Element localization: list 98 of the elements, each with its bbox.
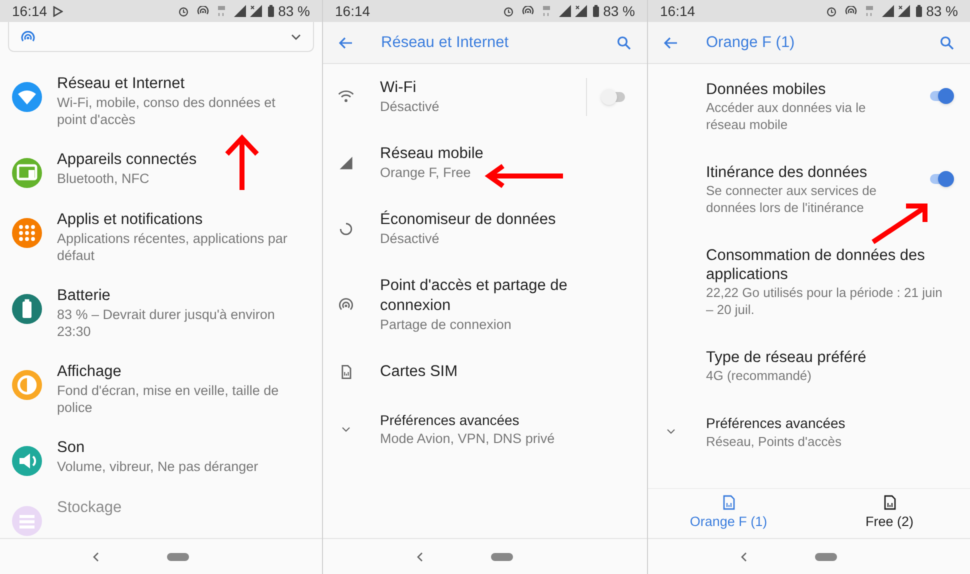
item-title: Batterie [57, 286, 112, 306]
settings-item[interactable]: Économiseur de données Désactivé [323, 210, 647, 248]
settings-item[interactable]: Son Volume, vibreur, Ne pas déranger [0, 438, 322, 476]
settings-item[interactable]: Appareils connectés Bluetooth, NFC [0, 150, 322, 188]
back-arrow-icon[interactable] [339, 36, 353, 48]
item-title: Cartes SIM [380, 362, 458, 382]
data-saver-icon [337, 220, 355, 238]
screen-title: Orange F (1) [706, 32, 796, 53]
signal-icon [559, 5, 572, 17]
signal-icon [882, 5, 894, 17]
battery-percent: 83 % [926, 2, 958, 20]
item-subtitle: Mode Avion, VPN, DNS privé [380, 430, 555, 448]
back-icon[interactable] [741, 552, 747, 562]
sim-card-icon [884, 494, 896, 510]
alarm-icon [178, 6, 190, 16]
item-title: Point d'accès et partage de connexion [380, 276, 568, 316]
item-title: Affichage [57, 362, 122, 382]
item-subtitle: 83 % – Devrait durer jusqu'à environ 23:30 [57, 306, 276, 340]
sim-tab[interactable]: Orange F (1) [648, 489, 809, 538]
signal-icon [234, 5, 246, 17]
item-subtitle: Partage de connexion [380, 316, 512, 334]
settings-item[interactable]: Applis et notifications Applications récentes, applications par défaut [0, 210, 322, 264]
signal-icon [575, 5, 588, 17]
item-title: Itinérance des données [706, 163, 868, 182]
toggle-switch[interactable] [928, 171, 954, 187]
back-icon[interactable] [417, 552, 423, 562]
item-title: Réseau mobile [380, 144, 484, 164]
clock-time: 16:14 [335, 2, 370, 20]
toggle-switch[interactable] [601, 89, 627, 105]
item-title: Wi-Fi [380, 78, 416, 98]
settings-item[interactable]: Batterie 83 % – Devrait durer jusqu'à environ 23:30 [0, 286, 322, 340]
sim-tab[interactable]: Free (2) [809, 489, 970, 538]
item-subtitle: Désactivé [380, 230, 440, 248]
annotation-arrow [222, 132, 262, 192]
item-title: Appareils connectés [57, 150, 197, 170]
item-title: Réseau et Internet [57, 74, 186, 94]
alarm-icon [503, 6, 514, 16]
battery-icon [916, 5, 922, 17]
clock-time: 16:14 [12, 2, 48, 20]
item-subtitle: 4G (recommandé) [706, 367, 812, 384]
sim-card-icon [722, 494, 734, 510]
settings-item[interactable]: Wi-Fi Désactivé [323, 78, 647, 116]
item-subtitle: Accéder aux données via le réseau mobile [706, 99, 867, 133]
item-subtitle: Bluetooth, NFC [57, 170, 150, 187]
hotspot-icon [197, 6, 210, 16]
item-title: Préférences avancées [380, 411, 520, 430]
item-title: Son [57, 438, 86, 458]
settings-item[interactable]: Type de réseau préféré 4G (recommandé) [648, 348, 970, 384]
item-subtitle: Se connecter aux services de données lors de l'itinérance [706, 182, 878, 216]
battery-icon [593, 5, 600, 17]
settings-item[interactable]: Préférences avancées Réseau, Points d'accès [648, 414, 970, 450]
item-subtitle: Applications récentes, applications par défaut [57, 230, 288, 264]
hotspot-icon [21, 30, 35, 42]
item-title: Consommation de données des applications [706, 246, 926, 284]
item-subtitle: Fond d'écran, mise en veille, taille de police [57, 382, 280, 416]
home-button[interactable] [491, 552, 513, 560]
hotspot-icon [845, 6, 858, 16]
search-icon[interactable] [940, 36, 954, 50]
settings-item[interactable]: Point d'accès et partage de connexion Partage de connexion [323, 276, 647, 334]
item-subtitle: Wi-Fi, mobile, conso des données et point d'accès [57, 94, 276, 128]
item-subtitle: Orange F, Free [380, 164, 471, 182]
settings-item[interactable]: Réseau et Internet Wi-Fi, mobile, conso des données et point d'accès [0, 74, 322, 128]
search-icon[interactable] [617, 36, 631, 50]
item-title: Type de réseau préféré [706, 348, 868, 367]
item-subtitle: Volume, vibreur, Ne pas déranger [57, 458, 258, 475]
play-icon [53, 6, 64, 16]
item-title: Préférences avancées [706, 414, 846, 433]
settings-item[interactable]: Données mobiles Accéder aux données via le réseau mobile [648, 80, 970, 133]
item-subtitle: Réseau, Points d'accès [706, 433, 842, 450]
item-subtitle: Désactivé [380, 98, 440, 116]
back-arrow-icon[interactable] [664, 36, 678, 48]
item-subtitle: 22,22 Go utilisés pour la période : 21 juin – 20 juil. [706, 284, 944, 318]
item-title: Économiseur de données [380, 210, 556, 230]
settings-item[interactable]: Affichage Fond d'écran, mise en veille, taille de police [0, 362, 322, 416]
settings-item[interactable]: Préférences avancées Mode Avion, VPN, DNS privé [323, 410, 647, 448]
home-button[interactable] [815, 552, 837, 560]
alarm-icon [826, 6, 838, 16]
settings-item[interactable]: Itinérance des données Se connecter aux services de données lors de l'itinérance [648, 163, 970, 216]
item-title: Données mobiles [706, 80, 827, 99]
battery-icon [268, 5, 274, 17]
item-title: Stockage [57, 498, 122, 518]
settings-item[interactable]: Consommation de données des applications 22,22 Go utilisés pour la période : 21 juin – 20 juil. [648, 246, 970, 318]
home-button[interactable] [167, 552, 189, 560]
screen-title: Réseau et Internet [381, 32, 510, 53]
settings-item[interactable]: Cartes SIM [323, 362, 647, 382]
hotspot-icon [522, 6, 534, 16]
annotation-arrow [870, 202, 930, 244]
signal-icon [250, 5, 262, 17]
item-title: Applis et notifications [57, 210, 204, 230]
chevron-down-icon[interactable] [291, 34, 301, 40]
battery-percent: 83 % [603, 2, 635, 20]
battery-percent: 83 % [278, 2, 310, 20]
toggle-switch[interactable] [928, 88, 954, 104]
signal-icon [337, 154, 355, 172]
back-icon[interactable] [93, 552, 99, 562]
signal-icon [898, 5, 910, 17]
settings-item[interactable]: Réseau mobile Orange F, Free [323, 144, 647, 182]
clock-time: 16:14 [660, 2, 696, 20]
